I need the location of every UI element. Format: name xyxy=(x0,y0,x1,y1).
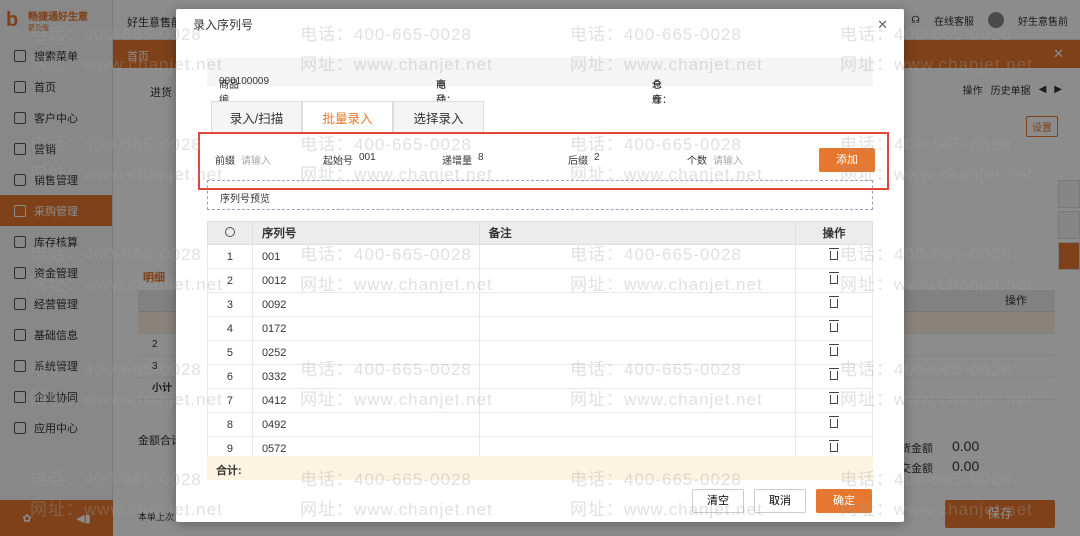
serial-number-dialog: 录入序列号 ✕ 商品编码：000100009 商品：电动车 仓库：总仓 录入/扫… xyxy=(176,9,904,522)
clear-button[interactable]: 清空 xyxy=(692,489,744,513)
close-icon[interactable]: ✕ xyxy=(877,17,888,33)
suffix-label: 后缀 xyxy=(568,156,588,167)
serial-preview: 序列号预览 xyxy=(207,180,873,210)
ops-cell xyxy=(795,412,873,437)
serial-cell[interactable]: 0252 xyxy=(251,340,480,365)
note-cell[interactable] xyxy=(478,244,797,269)
serial-cell[interactable]: 0012 xyxy=(251,268,480,293)
table-header-row: 序列号 备注 操作 xyxy=(207,221,873,245)
gear-icon[interactable] xyxy=(224,226,235,237)
add-button[interactable]: 添加 xyxy=(819,148,875,172)
start-label: 起始号 xyxy=(323,156,353,167)
prefix-input[interactable]: 请输入 xyxy=(241,152,271,167)
delete-icon[interactable] xyxy=(829,247,840,260)
serial-cell[interactable]: 001 xyxy=(251,244,480,269)
delete-icon[interactable] xyxy=(829,391,840,404)
note-cell[interactable] xyxy=(478,412,797,437)
ops-cell xyxy=(795,292,873,317)
dialog-footer: 清空 取消 确定 xyxy=(692,489,872,513)
tab-batch[interactable]: 批量录入 xyxy=(302,101,393,133)
warehouse-value: 总仓 xyxy=(652,80,662,106)
dialog-header: 录入序列号 ✕ xyxy=(176,9,904,39)
table-row[interactable]: 5 0252 xyxy=(207,340,873,365)
suffix-input[interactable]: 2 xyxy=(594,152,600,167)
serial-header: 序列号 xyxy=(251,221,480,245)
step-input[interactable]: 8 xyxy=(478,152,484,167)
delete-icon[interactable] xyxy=(829,319,840,332)
delete-icon[interactable] xyxy=(829,271,840,284)
serial-cell[interactable]: 0172 xyxy=(251,316,480,341)
note-cell[interactable] xyxy=(478,388,797,413)
column-settings-header[interactable] xyxy=(207,221,253,245)
start-field[interactable]: 起始号 001 xyxy=(323,152,376,167)
row-index: 8 xyxy=(207,412,253,437)
table-row[interactable]: 1 001 xyxy=(207,244,873,269)
row-index: 7 xyxy=(207,388,253,413)
cancel-button[interactable]: 取消 xyxy=(754,489,806,513)
note-header: 备注 xyxy=(478,221,797,245)
table-row[interactable]: 8 0492 xyxy=(207,412,873,437)
row-index: 4 xyxy=(207,316,253,341)
serial-table: 序列号 备注 操作 1 001 2 0012 3 0092 4 0172 5 0252 6 0332 7… xyxy=(207,221,873,469)
count-input[interactable]: 请输入 xyxy=(713,152,743,167)
ops-cell xyxy=(795,244,873,269)
count-label: 个数 xyxy=(687,156,707,167)
table-row[interactable]: 3 0092 xyxy=(207,292,873,317)
serial-cell[interactable]: 0412 xyxy=(251,388,480,413)
table-row[interactable]: 2 0012 xyxy=(207,268,873,293)
note-cell[interactable] xyxy=(478,292,797,317)
serial-cell[interactable]: 0332 xyxy=(251,364,480,389)
total-row: 合计: xyxy=(207,456,873,480)
delete-icon[interactable] xyxy=(829,439,840,452)
note-cell[interactable] xyxy=(478,364,797,389)
note-cell[interactable] xyxy=(478,316,797,341)
delete-icon[interactable] xyxy=(829,367,840,380)
note-cell[interactable] xyxy=(478,340,797,365)
delete-icon[interactable] xyxy=(829,415,840,428)
prefix-label: 前缀 xyxy=(215,156,235,167)
count-field[interactable]: 个数 请输入 xyxy=(687,152,743,167)
serial-cell[interactable]: 0492 xyxy=(251,412,480,437)
delete-icon[interactable] xyxy=(829,295,840,308)
note-cell[interactable] xyxy=(478,268,797,293)
product-code-value: 000100009 xyxy=(219,76,270,87)
row-index: 2 xyxy=(207,268,253,293)
ops-cell xyxy=(795,316,873,341)
entry-tabs: 录入/扫描 批量录入 选择录入 xyxy=(211,101,484,133)
tab-select[interactable]: 选择录入 xyxy=(393,101,484,133)
ops-cell xyxy=(795,340,873,365)
step-field[interactable]: 递增量 8 xyxy=(442,152,484,167)
row-index: 6 xyxy=(207,364,253,389)
start-input[interactable]: 001 xyxy=(359,152,376,167)
prefix-field[interactable]: 前缀 请输入 xyxy=(215,152,271,167)
tab-scan[interactable]: 录入/扫描 xyxy=(211,101,302,133)
delete-icon[interactable] xyxy=(829,343,840,356)
dialog-title: 录入序列号 xyxy=(193,17,254,32)
ops-header: 操作 xyxy=(795,221,873,245)
table-row[interactable]: 6 0332 xyxy=(207,364,873,389)
suffix-field[interactable]: 后缀 2 xyxy=(568,152,600,167)
row-index: 1 xyxy=(207,244,253,269)
batch-form: 前缀 请输入 起始号 001 递增量 8 后缀 2 个数 请输入 添加 xyxy=(200,146,887,172)
ops-cell xyxy=(795,268,873,293)
ops-cell xyxy=(795,388,873,413)
product-info-bar: 商品编码：000100009 商品：电动车 仓库：总仓 xyxy=(207,58,873,121)
step-label: 递增量 xyxy=(442,156,472,167)
row-index: 3 xyxy=(207,292,253,317)
row-index: 5 xyxy=(207,340,253,365)
ops-cell xyxy=(795,364,873,389)
serial-cell[interactable]: 0092 xyxy=(251,292,480,317)
table-row[interactable]: 7 0412 xyxy=(207,388,873,413)
table-row[interactable]: 4 0172 xyxy=(207,316,873,341)
ok-button[interactable]: 确定 xyxy=(816,489,872,513)
